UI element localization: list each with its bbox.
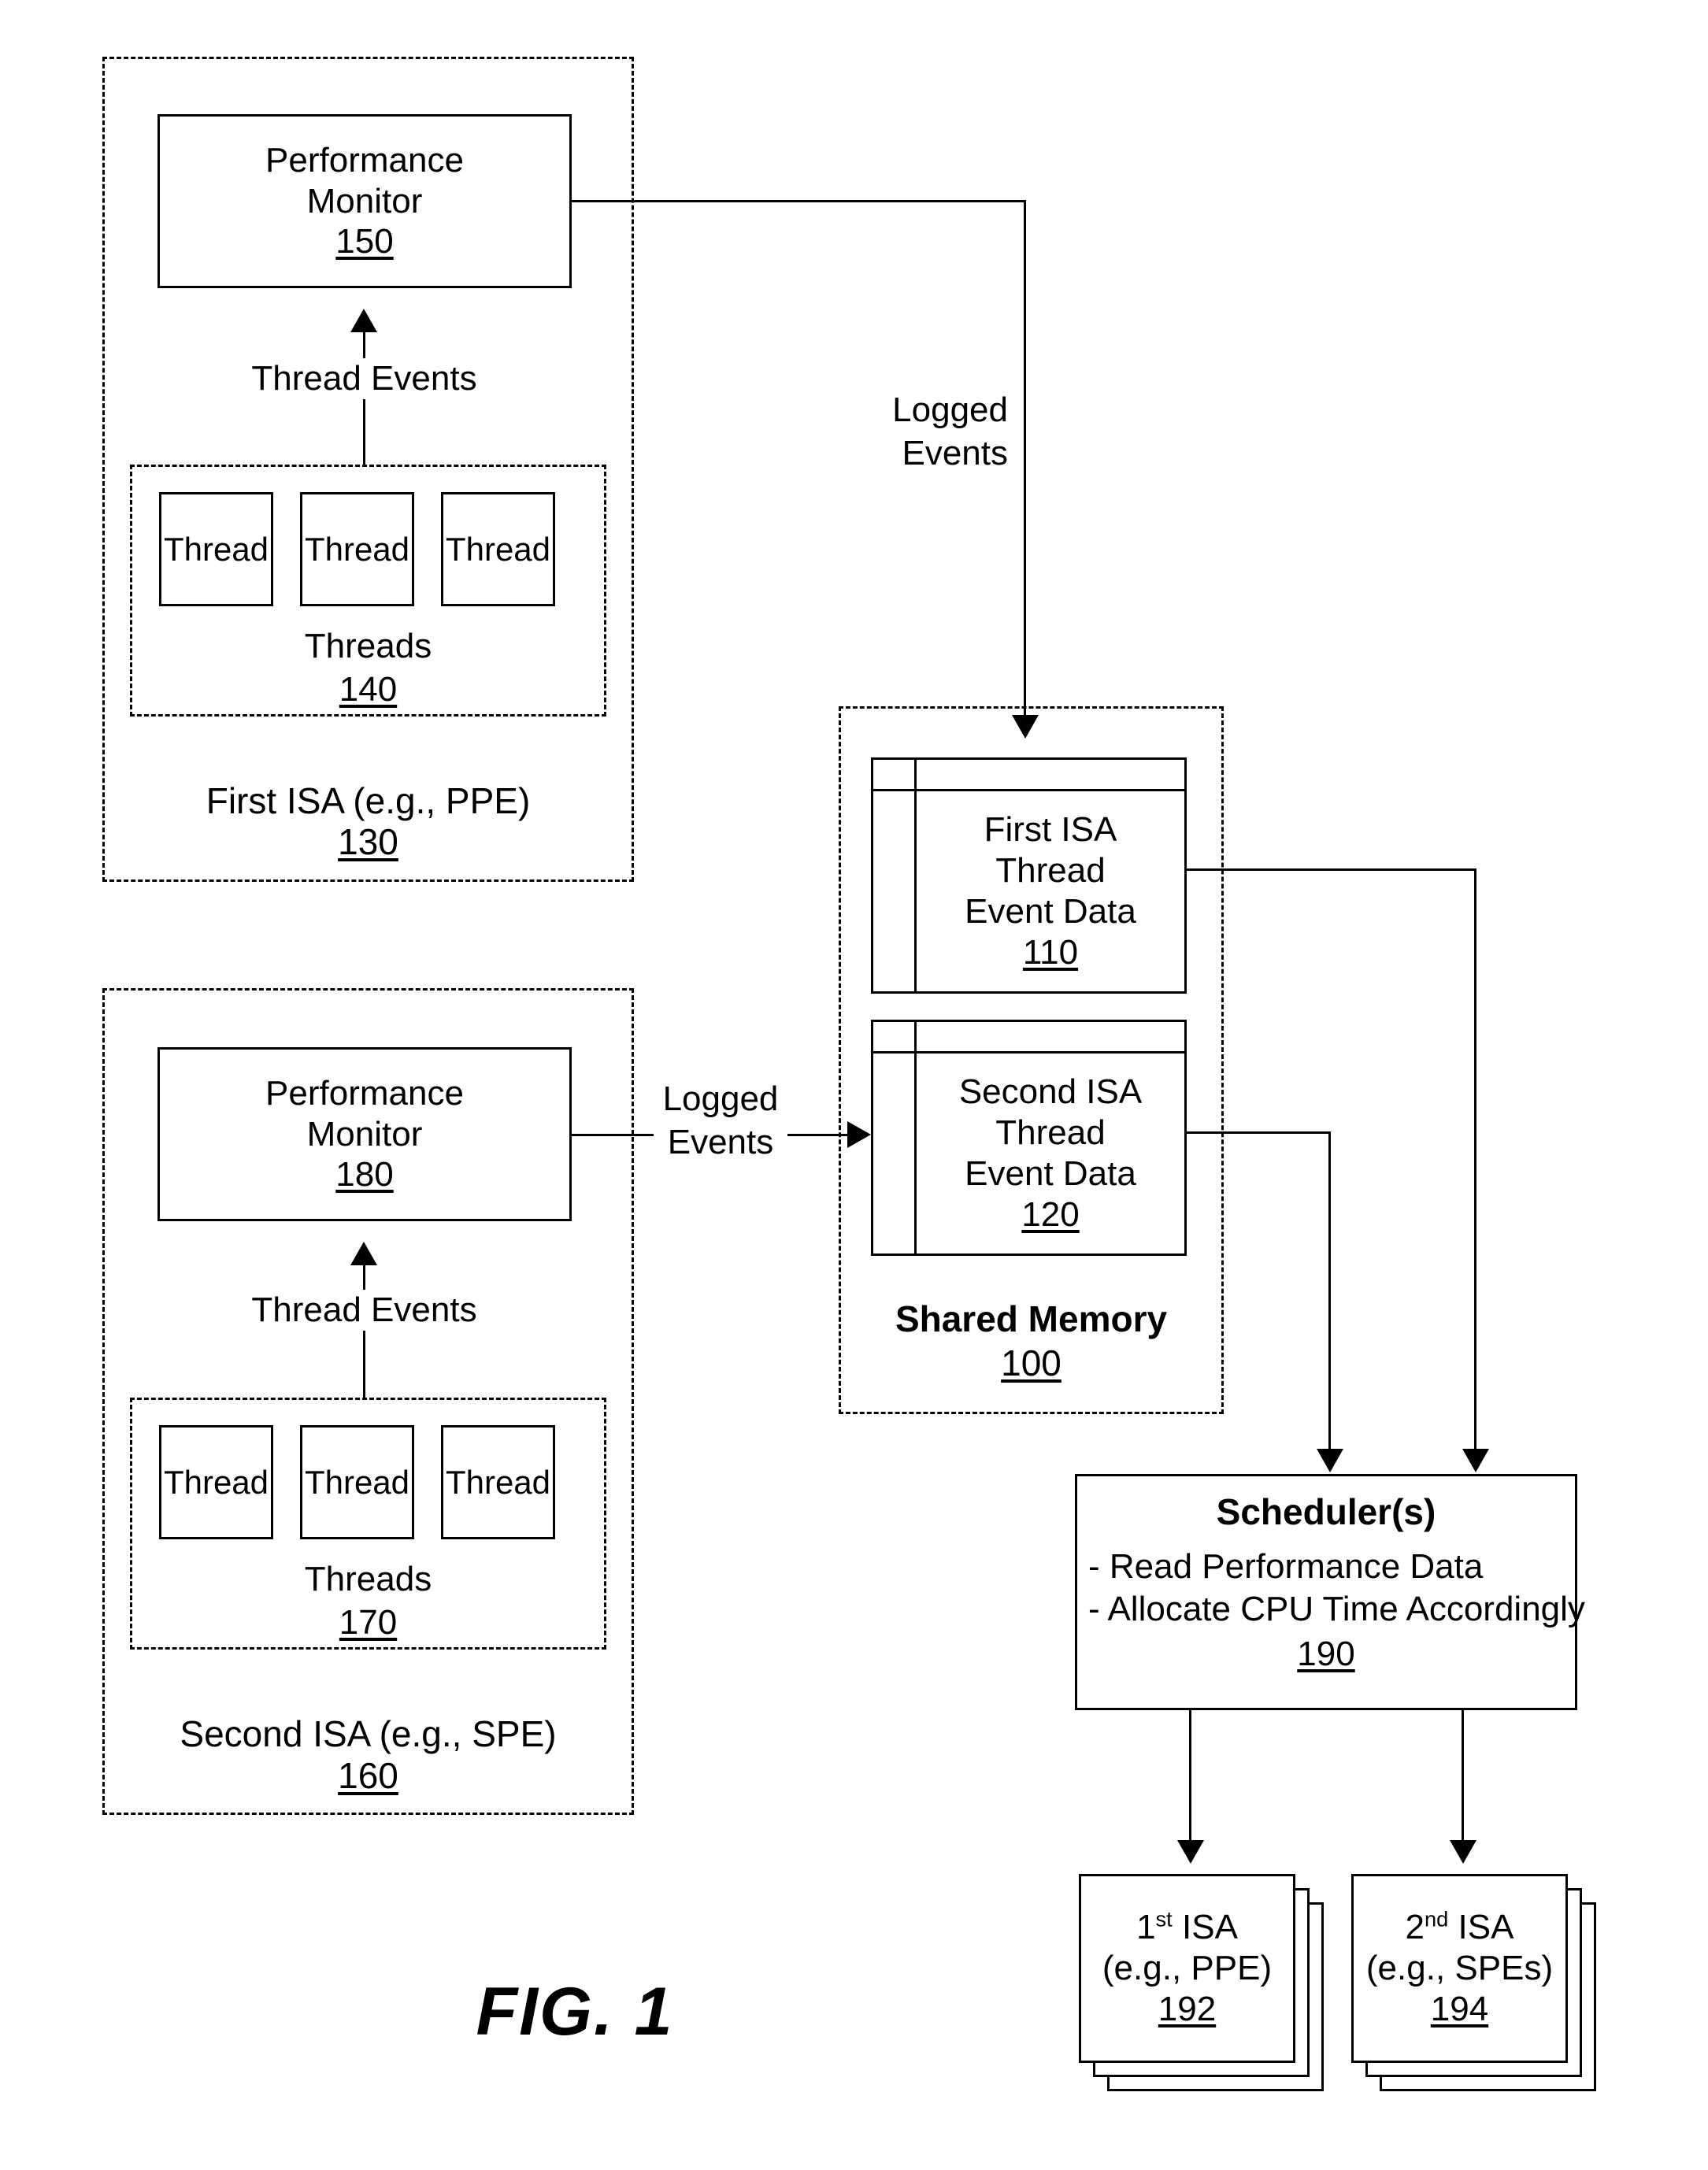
memcard-120-text: Second ISA Thread Event Data 120: [917, 1054, 1184, 1253]
performance-monitor-180-line1: Performance: [265, 1073, 464, 1113]
threads-group-170-ref: 170: [339, 1603, 398, 1642]
thread-events-150-arrowhead: [350, 309, 377, 332]
logged-events-mid-label-line2: Events: [654, 1122, 787, 1163]
logged-events-top-label-line1: Logged: [787, 390, 1008, 431]
thread-box-170-3-label: Thread: [445, 1463, 551, 1501]
performance-monitor-180-line2: Monitor: [306, 1114, 423, 1154]
shared-memory-title: Shared Memory: [895, 1298, 1168, 1339]
performance-monitor-180-ref: 180: [335, 1155, 394, 1194]
thread-box-140-1-label: Thread: [163, 530, 269, 568]
data-110-to-scheduler-v: [1474, 868, 1476, 1451]
logged-events-mid-label-line1: Logged: [654, 1079, 787, 1120]
thread-events-150-label: Thread Events: [150, 358, 579, 399]
thread-events-180-arrowhead: [350, 1242, 377, 1265]
scheduler-190-ref: 190: [1297, 1634, 1355, 1673]
data-120-to-scheduler-v: [1328, 1131, 1331, 1451]
scheduler-190-bullet-1: - Read Performance Data: [1088, 1547, 1484, 1587]
memcard-120-line2: Thread: [995, 1113, 1106, 1153]
thread-box-170-2: Thread: [300, 1425, 414, 1539]
first-isa-target-line1-sup: st: [1155, 1906, 1173, 1931]
second-isa-group-label: Second ISA (e.g., SPE): [180, 1713, 557, 1754]
logged-events-top-v-segment: [1024, 200, 1026, 720]
first-isa-group-label: First ISA (e.g., PPE): [206, 780, 531, 821]
thread-box-140-3-label: Thread: [445, 530, 551, 568]
scheduler-190-box: Scheduler(s) - Read Performance Data - A…: [1075, 1474, 1585, 1710]
thread-box-170-1-label: Thread: [163, 1463, 269, 1501]
first-isa-group-ref: 130: [338, 821, 398, 862]
scheduler-to-first-target-arrowhead: [1177, 1840, 1204, 1864]
first-isa-target-line1-pre: 1: [1136, 1908, 1156, 1947]
first-isa-target-line2: (e.g., PPE): [1102, 1949, 1273, 1988]
thread-box-140-3: Thread: [441, 492, 555, 606]
second-isa-target-stack: 2nd ISA (e.g., SPEs) 194: [1351, 1874, 1611, 2126]
threads-group-140-ref: 140: [339, 670, 398, 709]
first-isa-target-card: 1st ISA (e.g., PPE) 192: [1079, 1874, 1295, 2063]
memcard-110-line3: Event Data: [965, 892, 1136, 931]
scheduler-to-second-target-arrowhead: [1450, 1840, 1476, 1864]
first-isa-target-line1: 1st ISA: [1136, 1907, 1238, 1948]
threads-group-170-label: Threads: [304, 1560, 432, 1598]
logged-events-mid-h-segment-b: [781, 1134, 847, 1136]
second-isa-target-line1-pre: 2: [1405, 1908, 1425, 1947]
memcard-110-text: First ISA Thread Event Data 110: [917, 791, 1184, 991]
logged-events-mid-h-segment-a: [572, 1134, 666, 1136]
data-110-to-scheduler-arrowhead: [1462, 1449, 1489, 1472]
second-isa-target-card: 2nd ISA (e.g., SPEs) 194: [1351, 1874, 1568, 2063]
memcard-120-line3: Event Data: [965, 1154, 1136, 1193]
data-120-to-scheduler-arrowhead: [1317, 1449, 1343, 1472]
scheduler-190-title: Scheduler(s): [1216, 1491, 1436, 1532]
second-isa-target-ref: 194: [1430, 1989, 1489, 2028]
data-110-to-scheduler-h: [1187, 868, 1476, 871]
performance-monitor-150-box: Performance Monitor 150: [157, 114, 572, 288]
thread-box-170-2-label: Thread: [304, 1463, 410, 1501]
first-isa-target-stack: 1st ISA (e.g., PPE) 192: [1079, 1874, 1339, 2126]
figure-canvas: Performance Monitor 150 Thread Events Th…: [0, 0, 1708, 2170]
first-isa-thread-event-data-110-card: First ISA Thread Event Data 110: [871, 757, 1187, 994]
figure-caption: FIG. 1: [476, 1974, 674, 2050]
second-isa-target-line1-post: ISA: [1448, 1908, 1514, 1947]
performance-monitor-150-ref: 150: [335, 222, 394, 261]
thread-box-170-3: Thread: [441, 1425, 555, 1539]
thread-events-180-label: Thread Events: [150, 1290, 579, 1331]
first-isa-target-line1-post: ISA: [1172, 1908, 1238, 1947]
scheduler-to-first-target-line: [1189, 1710, 1191, 1842]
memcard-120-line1: Second ISA: [958, 1072, 1143, 1112]
scheduler-to-second-target-line: [1462, 1710, 1464, 1842]
second-isa-target-line1: 2nd ISA: [1406, 1907, 1514, 1948]
thread-box-140-2-label: Thread: [304, 530, 410, 568]
second-isa-target-line1-sup: nd: [1425, 1906, 1449, 1931]
thread-box-140-2: Thread: [300, 492, 414, 606]
second-isa-group-ref: 160: [338, 1755, 398, 1796]
second-isa-target-line2: (e.g., SPEs): [1365, 1949, 1554, 1988]
data-120-to-scheduler-h: [1187, 1131, 1331, 1134]
performance-monitor-180-box: Performance Monitor 180: [157, 1047, 572, 1221]
memcard-110-ref: 110: [1022, 932, 1079, 972]
memcard-110-line1: First ISA: [984, 810, 1117, 850]
thread-events-150-line: [363, 332, 365, 466]
first-isa-target-ref: 192: [1158, 1989, 1217, 2028]
memcard-120-ref: 120: [1021, 1194, 1080, 1234]
shared-memory-ref: 100: [1001, 1342, 1061, 1383]
performance-monitor-150-line2: Monitor: [306, 181, 423, 220]
thread-events-180-line: [363, 1265, 365, 1399]
second-isa-thread-event-data-120-card: Second ISA Thread Event Data 120: [871, 1020, 1187, 1256]
logged-events-top-h-segment: [572, 200, 1026, 202]
thread-box-140-1: Thread: [159, 492, 273, 606]
threads-group-140-label: Threads: [304, 627, 432, 665]
logged-events-top-label-line2: Events: [787, 433, 1008, 474]
scheduler-190-bullet-2: - Allocate CPU Time Accordingly: [1088, 1589, 1585, 1628]
memcard-110-line2: Thread: [995, 851, 1106, 891]
performance-monitor-150-line1: Performance: [265, 140, 464, 180]
thread-box-170-1: Thread: [159, 1425, 273, 1539]
